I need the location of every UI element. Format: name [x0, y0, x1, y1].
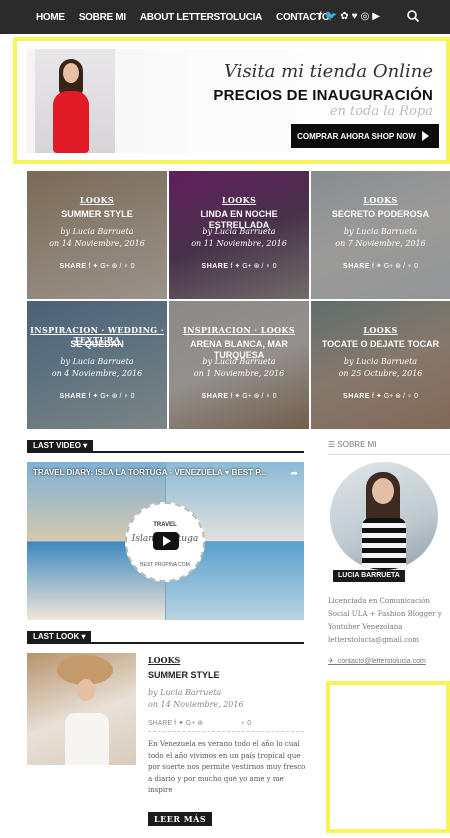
read-more-button[interactable]: LEER MÁS	[148, 812, 213, 826]
post-date: on 14 Noviembre, 2016	[49, 239, 145, 248]
post-date: on 25 Octubre, 2016	[338, 369, 423, 378]
sidebar-ad-slot[interactable]	[326, 681, 450, 833]
post-tile[interactable]: LOOKS LINDA EN NOCHE ESTRELLADA by Lucia…	[169, 171, 309, 299]
banner-inner: Visita mi tienda Online PRECIOS DE INAUG…	[27, 49, 446, 153]
video-title[interactable]: TRAVEL DIARY: ISLA LA TORTUGA - VENEZUEL…	[33, 468, 266, 477]
post-category[interactable]: LOOKS	[169, 195, 309, 205]
last-look-share-bar: SHARE f ✦ G+ ⊛ ♀ 0	[148, 720, 252, 727]
play-button-icon[interactable]	[153, 532, 179, 550]
last-look-category[interactable]: LOOKS	[148, 655, 180, 665]
badge-top-text: TRAVEL	[153, 522, 177, 528]
post-date: on 7 Noviembre, 2016	[335, 239, 426, 248]
last-look-thumbnail[interactable]	[27, 653, 136, 765]
post-date: on 1 Noviembre, 2016	[193, 369, 285, 378]
share-label: SHARE	[343, 393, 371, 400]
about-description: Licenciada en Comunicación Social ULA + …	[328, 597, 442, 644]
post-author: by Lucia Barrueta	[343, 357, 418, 366]
post-tile[interactable]: LOOKS TOCATE O DEJATE TOCAR by Lucia Bar…	[311, 301, 450, 429]
post-title[interactable]: SE QUEDAN	[33, 339, 161, 350]
nav-home[interactable]: HOME	[36, 12, 65, 23]
search-icon[interactable]	[406, 9, 420, 23]
share-bar: SHARE f ✦ G+ ⊛ / ♀ 0	[343, 393, 418, 400]
sidebar-divider	[328, 454, 450, 455]
post-author: by Lucia Barrueta	[202, 357, 276, 366]
share-label: SHARE	[201, 263, 229, 270]
post-author: by Lucia Barrueta	[202, 227, 276, 236]
share-bar: SHARE f ✦ G+ ⊛ / ♀ 0	[201, 263, 277, 270]
share-label: SHARE	[201, 393, 229, 400]
nav-about[interactable]: ABOUT LETTERSTOLUCIA	[140, 12, 262, 23]
instagram-icon[interactable]: ◎	[361, 11, 370, 23]
post-date: on 4 Noviembre, 2016	[51, 369, 143, 378]
share-label: SHARE	[59, 263, 87, 270]
share-label: SHARE	[148, 720, 173, 727]
post-category[interactable]: LOOKS	[311, 325, 450, 335]
video-player[interactable]: TRAVEL DIARY: ISLA LA TORTUGA - VENEZUEL…	[27, 462, 304, 620]
post-title[interactable]: SECRETO PODEROSA	[317, 209, 444, 220]
share-label: SHARE	[343, 263, 371, 270]
last-look-author: by Lucia Barrueta	[148, 688, 222, 697]
share-bar: SHARE f ✦ G+ ⊛ / ♀ 0	[59, 393, 135, 400]
section-divider	[27, 451, 304, 453]
post-tile[interactable]: LOOKS SECRETO PODEROSA by Lucia Barrueta…	[311, 171, 450, 299]
banner-model-image	[35, 49, 115, 153]
play-arrow-icon	[422, 131, 429, 141]
post-tile[interactable]: INSPIRACION · LOOKS ARENA BLANCA, MAR TU…	[169, 301, 309, 429]
shop-now-button[interactable]: COMPRAR AHORA SHOP NOW	[291, 124, 439, 148]
share-label: SHARE	[59, 393, 87, 400]
share-bar: SHARE f ✦ G+ ⊛ / ♀ 0	[59, 263, 135, 270]
last-look-excerpt: En Venezuela es verano todo el año lo cu…	[148, 740, 306, 794]
facebook-icon[interactable]: f	[319, 11, 322, 23]
banner-subtext: en toda la Ropa	[329, 104, 433, 119]
social-icons: f 🐦 ✿ ♥ ◎ ▶	[319, 11, 380, 23]
post-category[interactable]: INSPIRACION · LOOKS	[169, 325, 309, 335]
share-icon[interactable]: ➦	[290, 468, 298, 479]
shop-now-label: COMPRAR AHORA SHOP NOW	[297, 131, 416, 141]
last-look-title[interactable]: SUMMER STYLE	[148, 670, 220, 680]
about-heading: ☰ SOBRE MI	[328, 440, 377, 449]
share-bar: SHARE f ✦ G+ ⊛ / ♀ 0	[343, 263, 418, 270]
post-date: on 11 Noviembre, 2016	[191, 239, 287, 248]
shop-banner[interactable]: Visita mi tienda Online PRECIOS DE INAUG…	[13, 37, 450, 164]
badge-bottom-text: BEST PROPINA COM	[140, 562, 190, 568]
banner-headline: PRECIOS DE INAUGURACIÓN	[213, 87, 433, 104]
last-look-date: on 14 Noviembre, 2016	[148, 700, 244, 709]
twitter-icon[interactable]: 🐦	[325, 11, 337, 23]
nav-sobre-mi[interactable]: SOBRE MI	[79, 12, 126, 23]
share-bar: SHARE f ✦ G+ ⊛ / ♀ 0	[201, 393, 277, 400]
post-title[interactable]: TOCATE O DEJATE TOCAR	[317, 339, 444, 350]
youtube-icon[interactable]: ▶	[372, 11, 380, 23]
post-category[interactable]: LOOKS	[27, 195, 167, 205]
contact-link[interactable]: ✈ contacto@letterstolucia.com	[328, 657, 426, 665]
section-divider	[27, 642, 304, 644]
post-author: by Lucia Barrueta	[60, 357, 134, 366]
featured-posts-grid: LOOKS SUMMER STYLE by Lucia Barrueta on …	[27, 171, 450, 429]
author-name-tag: LUCIA BARRUETA	[333, 570, 405, 582]
post-category[interactable]: LOOKS	[311, 195, 450, 205]
post-tile[interactable]: INSPIRACION · WEDDING · TEXTURA SE QUEDA…	[27, 301, 167, 429]
author-avatar	[330, 462, 438, 570]
banner-script-text: Visita mi tienda Online	[224, 61, 433, 82]
bloglovin-icon[interactable]: ♥	[352, 11, 358, 23]
pinterest-icon[interactable]: ✿	[340, 11, 348, 23]
post-tile[interactable]: LOOKS SUMMER STYLE by Lucia Barrueta on …	[27, 171, 167, 299]
post-author: by Lucia Barrueta	[60, 227, 134, 236]
post-author: by Lucia Barrueta	[343, 227, 418, 236]
dashed-divider	[148, 731, 304, 732]
top-nav: HOME SOBRE MI ABOUT LETTERSTOLUCIA CONTA…	[0, 0, 450, 34]
post-title[interactable]: SUMMER STYLE	[33, 209, 161, 220]
